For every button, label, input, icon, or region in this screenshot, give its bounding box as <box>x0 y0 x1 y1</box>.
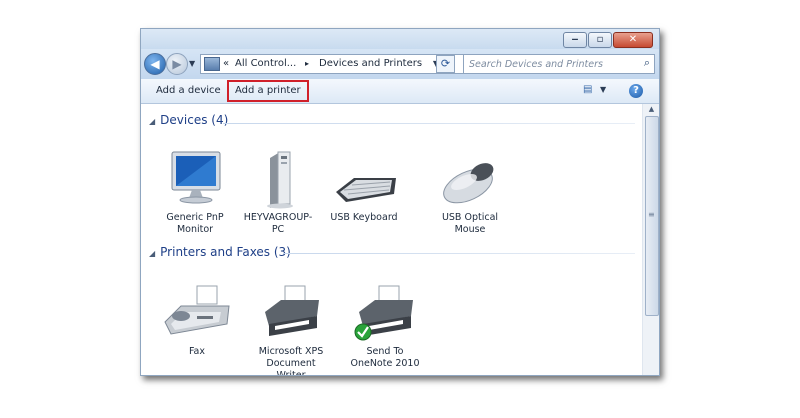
mouse-icon <box>430 148 510 210</box>
view-options-dropdown-icon[interactable]: ▼ <box>600 85 606 94</box>
breadcrumb-all-control-panel[interactable]: All Control... <box>235 55 296 73</box>
address-overflow-chevron[interactable]: « <box>223 55 229 73</box>
history-dropdown-icon[interactable]: ▼ <box>189 59 195 68</box>
control-panel-icon <box>204 57 220 71</box>
devices-and-printers-window: ‒ ▫ ✕ ◀ ▶ ▼ « All Control... ▸ Devices a… <box>140 28 660 376</box>
device-label: Generic PnP Monitor <box>166 212 224 235</box>
devices-group-title: Devices (4) <box>160 113 229 127</box>
content-pane: ◢ Devices (4) Generic PnP Monitor HEYVAG… <box>141 104 642 375</box>
device-label: HEYVAGROUP-PC <box>243 212 313 235</box>
collapse-triangle-icon: ◢ <box>149 249 156 258</box>
back-arrow-icon: ◀ <box>150 57 160 71</box>
search-box[interactable]: ⌕ <box>463 54 655 74</box>
title-bar: ‒ ▫ ✕ <box>141 29 659 49</box>
forward-button[interactable]: ▶ <box>166 53 188 75</box>
printer-item[interactable]: Microsoft XPS Document Writer <box>251 282 331 376</box>
refresh-icon: ⟳ <box>440 57 451 70</box>
devices-divider <box>223 123 635 124</box>
device-item[interactable]: USB Optical Mouse <box>430 148 510 236</box>
close-icon: ✕ <box>628 34 638 45</box>
maximize-icon: ▫ <box>596 34 604 45</box>
scrollbar-grip-icon: ≡ <box>648 210 655 219</box>
change-view-icon[interactable]: ▤ <box>583 84 592 95</box>
printer-item[interactable]: Fax <box>157 282 237 358</box>
device-label: USB Optical Mouse <box>441 212 499 235</box>
fax-icon <box>157 282 237 344</box>
breadcrumb-devices-and-printers[interactable]: Devices and Printers <box>319 55 422 73</box>
printer-label: Send To OneNote 2010 <box>350 346 420 369</box>
monitor-icon <box>155 148 235 210</box>
device-label: USB Keyboard <box>330 212 398 223</box>
add-printer-button[interactable]: Add a printer <box>227 80 309 102</box>
maximize-button[interactable]: ▫ <box>588 32 612 48</box>
printers-group-title: Printers and Faxes (3) <box>160 245 291 259</box>
navigation-bar: ◀ ▶ ▼ « All Control... ▸ Devices and Pri… <box>141 49 659 79</box>
collapse-triangle-icon: ◢ <box>149 117 156 126</box>
printer-item[interactable]: Send To OneNote 2010 <box>345 282 425 370</box>
forward-arrow-icon: ▶ <box>172 57 182 71</box>
computer-tower-icon <box>238 148 318 210</box>
printer-icon <box>251 282 331 344</box>
printer-label: Microsoft XPS Document Writer <box>258 346 324 376</box>
close-button[interactable]: ✕ <box>613 32 653 48</box>
device-item[interactable]: HEYVAGROUP-PC <box>238 148 318 236</box>
breadcrumb-separator-icon[interactable]: ▸ <box>305 55 309 73</box>
keyboard-icon <box>324 148 404 210</box>
help-icon[interactable]: ? <box>629 84 643 98</box>
minimize-button[interactable]: ‒ <box>563 32 587 48</box>
devices-group-header[interactable]: ◢ Devices (4) <box>149 113 228 127</box>
printers-divider <box>283 253 635 254</box>
device-item[interactable]: Generic PnP Monitor <box>155 148 235 236</box>
caption-buttons: ‒ ▫ ✕ <box>562 32 653 48</box>
printers-group-header[interactable]: ◢ Printers and Faxes (3) <box>149 245 291 259</box>
printer-label: Fax <box>188 346 206 357</box>
command-bar: Add a device Add a printer ▤ ▼ ? <box>141 79 659 104</box>
printer-default-icon <box>345 282 425 344</box>
minimize-icon: ‒ <box>571 34 579 45</box>
search-icon[interactable]: ⌕ <box>644 56 650 70</box>
add-device-button[interactable]: Add a device <box>151 83 226 99</box>
back-button[interactable]: ◀ <box>144 53 166 75</box>
device-item[interactable]: USB Keyboard <box>324 148 404 224</box>
scroll-up-icon[interactable]: ▲ <box>643 105 659 113</box>
vertical-scrollbar[interactable]: ▲ ≡ <box>642 104 659 375</box>
search-input[interactable] <box>464 55 629 73</box>
refresh-button[interactable]: ⟳ <box>436 55 455 73</box>
address-bar[interactable]: « All Control... ▸ Devices and Printers … <box>200 54 464 74</box>
